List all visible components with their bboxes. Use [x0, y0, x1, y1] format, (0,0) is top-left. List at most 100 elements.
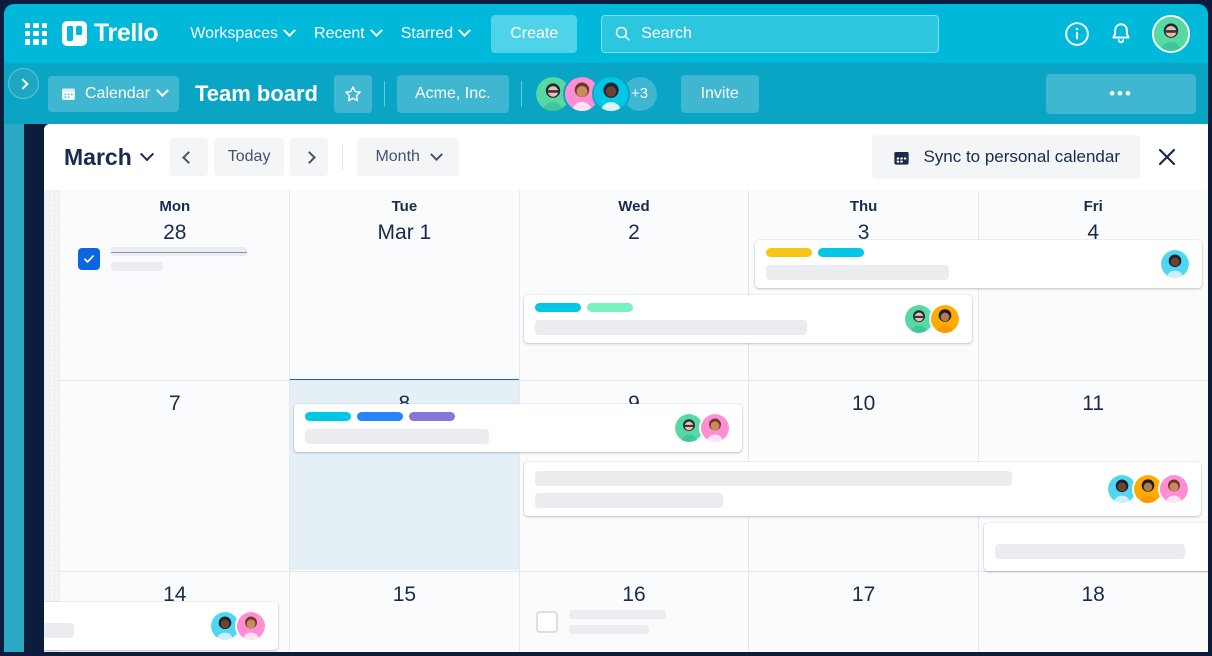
checkbox-checked-icon[interactable] — [78, 248, 100, 270]
board-title: Team board — [195, 81, 318, 107]
sync-personal-calendar-button[interactable]: Sync to personal calendar — [872, 135, 1140, 179]
card-content — [766, 248, 1150, 280]
day-cell-16[interactable]: 16 — [519, 577, 749, 607]
day-header-thu: Thu 3 — [749, 198, 979, 245]
day-cell-10[interactable]: 10 — [749, 386, 979, 416]
sidebar-expand-button[interactable] — [8, 68, 39, 99]
avatar[interactable] — [235, 610, 267, 642]
text-line-strikethrough — [111, 247, 247, 256]
day-cell-15[interactable]: 15 — [290, 577, 520, 607]
calendar-event-card[interactable] — [294, 404, 742, 452]
nav-recent[interactable]: Recent — [304, 18, 391, 50]
day-header-mon: Mon 28 — [60, 198, 290, 245]
avatar[interactable] — [699, 412, 731, 444]
calendar-event-card[interactable] — [984, 523, 1208, 571]
app-window: Trello Workspaces Recent Starred Create … — [0, 0, 1212, 656]
card-labels — [535, 303, 893, 312]
star-board-button[interactable] — [334, 75, 372, 113]
card-title-placeholder — [995, 544, 1185, 559]
chevron-down-icon — [430, 148, 443, 161]
row-gridline — [60, 571, 1208, 572]
card-content — [44, 615, 199, 638]
day-number: 10 — [749, 392, 979, 416]
chevron-down-icon — [370, 24, 383, 37]
day-number: 2 — [519, 221, 749, 245]
card-title-placeholder — [535, 471, 1012, 486]
next-period-button[interactable] — [290, 138, 328, 176]
card-label-blue[interactable] — [357, 412, 403, 421]
day-cell-18[interactable]: 18 — [978, 577, 1208, 607]
top-navigation-bar: Trello Workspaces Recent Starred Create … — [4, 4, 1208, 63]
card-label-sky[interactable] — [305, 412, 351, 421]
text-line — [569, 610, 666, 619]
month-selector[interactable]: March — [64, 144, 152, 171]
nav-starred-label: Starred — [401, 25, 453, 43]
calendar-checklist-item[interactable] — [536, 610, 666, 634]
day-number: 17 — [749, 583, 979, 607]
day-cell-7[interactable]: 7 — [60, 386, 290, 416]
card-members — [209, 610, 267, 642]
board-view-label: Calendar — [85, 85, 150, 103]
day-cell-11[interactable]: 11 — [978, 386, 1208, 416]
day-header-wed: Wed 2 — [519, 198, 749, 245]
nav-recent-label: Recent — [314, 25, 365, 43]
card-members — [673, 412, 731, 444]
notification-bell-icon[interactable] — [1108, 21, 1134, 47]
avatar[interactable] — [1158, 473, 1190, 505]
trello-logo[interactable]: Trello — [62, 19, 158, 48]
text-line — [111, 262, 163, 271]
calendar-icon — [60, 85, 77, 102]
calendar-toolbar: March Today Month — [44, 124, 1208, 190]
checkbox-unchecked-icon[interactable] — [536, 611, 558, 633]
calendar-time-gutter — [44, 190, 60, 652]
invite-button[interactable]: Invite — [681, 75, 759, 113]
previous-period-button[interactable] — [170, 138, 208, 176]
calendar-event-card[interactable] — [44, 602, 278, 650]
chevron-down-icon — [458, 24, 471, 37]
workspace-button[interactable]: Acme, Inc. — [397, 75, 509, 113]
day-cell-17[interactable]: 17 — [749, 577, 979, 607]
calendar-event-card[interactable] — [524, 295, 972, 343]
window-bottom-edge — [0, 652, 1212, 656]
search-input[interactable]: Search — [601, 15, 939, 53]
calendar-event-card[interactable] — [755, 240, 1203, 288]
collapsed-sidebar — [4, 63, 24, 652]
create-button[interactable]: Create — [491, 15, 577, 53]
calendar-checklist-item[interactable] — [78, 247, 247, 271]
calendar-panel: March Today Month — [44, 124, 1208, 652]
board-more-menu-button[interactable]: ••• — [1046, 74, 1196, 114]
card-content — [535, 303, 893, 335]
today-button[interactable]: Today — [214, 138, 285, 176]
card-label-sky[interactable] — [535, 303, 581, 312]
board-view-switcher[interactable]: Calendar — [48, 76, 179, 112]
avatar[interactable] — [929, 303, 961, 335]
close-icon — [1155, 145, 1179, 169]
day-number: 7 — [60, 392, 290, 416]
nav-workspaces[interactable]: Workspaces — [180, 18, 304, 50]
info-circle-icon[interactable] — [1064, 21, 1090, 47]
card-label-sky[interactable] — [818, 248, 864, 257]
card-label-purple[interactable] — [409, 412, 455, 421]
day-header-tue: Tue Mar 1 — [290, 198, 520, 245]
card-members — [1159, 248, 1191, 280]
chevron-left-icon — [182, 151, 195, 164]
close-calendar-button[interactable] — [1154, 144, 1180, 170]
card-content — [305, 412, 663, 444]
day-of-week-label: Fri — [978, 198, 1208, 215]
divider — [521, 81, 522, 107]
avatar[interactable] — [592, 75, 630, 113]
view-range-selector[interactable]: Month — [357, 138, 458, 176]
calendar-month-grid[interactable]: Mon 28 Tue Mar 1 Wed 2 Thu 3 Fri 4 — [60, 190, 1208, 652]
avatar[interactable] — [1159, 248, 1191, 280]
apps-grid-icon[interactable] — [22, 20, 50, 48]
divider — [384, 81, 385, 107]
board-header-bar: Calendar Team board Acme, Inc. — [4, 63, 1208, 124]
account-avatar[interactable] — [1152, 15, 1190, 53]
view-range-label: Month — [375, 148, 419, 166]
divider — [342, 144, 343, 170]
card-label-yellow[interactable] — [766, 248, 812, 257]
top-nav-actions — [1064, 15, 1194, 53]
card-label-green[interactable] — [587, 303, 633, 312]
calendar-event-card[interactable] — [524, 462, 1201, 516]
nav-starred[interactable]: Starred — [391, 18, 479, 50]
